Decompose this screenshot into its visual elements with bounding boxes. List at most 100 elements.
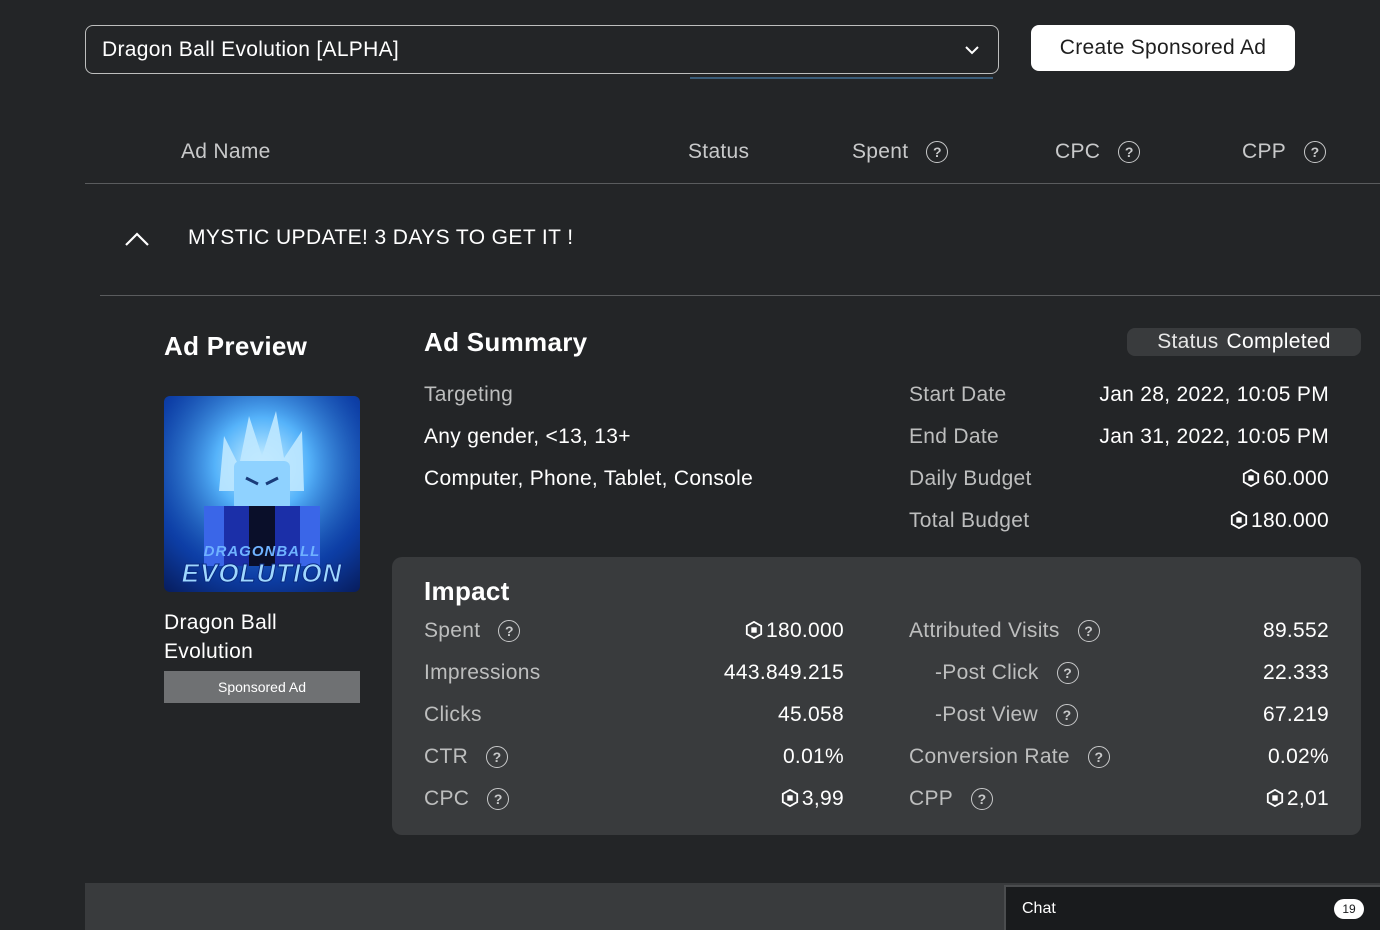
total-budget-value: 180.000 — [1100, 509, 1329, 533]
impact-metric-value: 0.02% — [1089, 745, 1329, 769]
impact-metric-value: 45.058 — [604, 703, 844, 727]
impact-metric-value: 3,99 — [604, 787, 844, 811]
question-circle-icon[interactable]: ? — [498, 620, 521, 642]
daily-budget-value: 60.000 — [1100, 467, 1329, 491]
daily-budget-label: Daily Budget — [909, 467, 1032, 490]
robux-icon — [781, 789, 799, 807]
ad-preview-heading: Ad Preview — [164, 331, 308, 361]
impact-heading: Impact — [424, 576, 510, 606]
impact-metric-label: -Post View? — [935, 703, 1078, 727]
preview-game-name: Dragon Ball Evolution — [164, 608, 277, 666]
impact-metric-value: 89.552 — [1089, 619, 1329, 643]
total-budget-label: Total Budget — [909, 509, 1030, 532]
impact-metric-label: Spent? — [424, 619, 521, 643]
impact-metric-value-text: 0.02% — [1267, 745, 1329, 768]
impact-metric-value: 67.219 — [1089, 703, 1329, 727]
impact-metric-label-text: Conversion Rate — [909, 745, 1070, 768]
chevron-down-icon — [965, 45, 979, 54]
chat-widget[interactable]: Chat 19 — [1004, 885, 1380, 930]
thumbnail-title-bottom: EVOLUTION — [181, 558, 343, 589]
preview-game-name-line2: Evolution — [164, 640, 254, 663]
preview-game-name-line1: Dragon Ball — [164, 611, 278, 634]
impact-metric-value-text: 89.552 — [1262, 619, 1329, 642]
ad-row-title[interactable]: MYSTIC UPDATE! 3 DAYS TO GET IT ! — [188, 226, 573, 250]
ad-summary-heading: Ad Summary — [424, 327, 588, 357]
impact-metric-value-text: 2,01 — [1286, 787, 1329, 810]
chevron-up-icon[interactable] — [122, 228, 152, 248]
impact-metric-label-text: -Post Click — [935, 661, 1039, 684]
impact-metric-label: CPP? — [909, 787, 994, 811]
robux-icon — [745, 621, 763, 639]
column-header-cpp[interactable]: CPP ? — [1242, 140, 1327, 164]
impact-metric-label: CPC? — [424, 787, 510, 811]
column-header-ad-name[interactable]: Ad Name — [181, 140, 271, 164]
impact-metric-value-text: 443.849.215 — [723, 661, 844, 684]
impact-metric-value-text: 3,99 — [801, 787, 844, 810]
status-badge-label: Status — [1157, 330, 1219, 353]
question-circle-icon[interactable]: ? — [1118, 141, 1141, 163]
impact-metric-value-text: 45.058 — [777, 703, 844, 726]
start-date-label: Start Date — [909, 383, 1007, 406]
robux-icon — [1230, 511, 1248, 529]
question-circle-icon[interactable]: ? — [1056, 662, 1079, 684]
question-circle-icon[interactable]: ? — [486, 746, 509, 768]
impact-metric-value-text: 67.219 — [1262, 703, 1329, 726]
question-circle-icon[interactable]: ? — [487, 788, 510, 810]
question-circle-icon[interactable]: ? — [1304, 141, 1327, 163]
impact-metric-value: 0.01% — [604, 745, 844, 769]
impact-metric-label: CTR? — [424, 745, 509, 769]
impact-metric-value: 443.849.215 — [604, 661, 844, 685]
experience-dropdown[interactable]: Dragon Ball Evolution [ALPHA] — [85, 25, 999, 74]
impact-metric-label: Impressions — [424, 661, 541, 685]
impact-metric-value: 22.333 — [1089, 661, 1329, 685]
create-sponsored-ad-button[interactable]: Create Sponsored Ad — [1031, 25, 1295, 71]
impact-metric-label: Conversion Rate? — [909, 745, 1110, 769]
targeting-devices: Computer, Phone, Tablet, Console — [424, 467, 754, 490]
end-date-value: Jan 31, 2022, 10:05 PM — [1099, 425, 1329, 448]
ad-thumbnail: DRAGONBALL EVOLUTION — [164, 396, 360, 592]
chat-unread-count: 19 — [1334, 898, 1364, 919]
column-header-status-label: Status — [688, 140, 750, 163]
daily-budget-amount: 60.000 — [1262, 467, 1329, 490]
column-header-ad-name-label: Ad Name — [181, 140, 271, 163]
impact-metric-label-text: Spent — [424, 619, 481, 642]
impact-metric-label-text: CPC — [424, 787, 470, 810]
total-budget-amount: 180.000 — [1250, 509, 1329, 532]
dropdown-focus-underline — [690, 77, 993, 79]
question-circle-icon[interactable]: ? — [926, 141, 949, 163]
column-header-spent[interactable]: Spent ? — [852, 140, 949, 164]
start-date-value: Jan 28, 2022, 10:05 PM — [1099, 383, 1329, 406]
robux-icon — [1266, 789, 1284, 807]
experience-dropdown-value: Dragon Ball Evolution [ALPHA] — [102, 37, 400, 61]
impact-metric-label: Attributed Visits? — [909, 619, 1100, 643]
impact-metric-value: 2,01 — [1089, 787, 1329, 811]
impact-metric-label: -Post Click? — [935, 661, 1079, 685]
impact-metric-label-text: CTR — [424, 745, 469, 768]
question-circle-icon[interactable]: ? — [1056, 704, 1078, 726]
impact-metric-label: Clicks — [424, 703, 482, 727]
impact-metric-value-text: 22.333 — [1262, 661, 1329, 684]
status-badge-value: Completed — [1226, 330, 1331, 353]
targeting-label: Targeting — [424, 383, 514, 406]
impact-metric-value-text: 180.000 — [765, 619, 844, 642]
impact-metric-label-text: Attributed Visits — [909, 619, 1060, 642]
impact-metric-label-text: -Post View — [935, 703, 1038, 726]
column-header-status[interactable]: Status — [688, 140, 749, 164]
robux-icon — [1242, 469, 1260, 487]
sponsored-ad-badge: Sponsored Ad — [164, 671, 360, 703]
row-divider — [100, 295, 1380, 296]
impact-metric-value: 180.000 — [604, 619, 844, 643]
column-header-cpc-label: CPC — [1055, 140, 1101, 163]
impact-metric-label-text: Impressions — [424, 661, 541, 684]
end-date-label: End Date — [909, 425, 999, 448]
question-circle-icon[interactable]: ? — [971, 788, 994, 810]
impact-metric-label-text: Clicks — [424, 703, 482, 726]
column-header-cpp-label: CPP — [1242, 140, 1287, 163]
impact-metric-value-text: 0.01% — [782, 745, 844, 768]
impact-metric-label-text: CPP — [909, 787, 954, 810]
header-divider — [85, 183, 1380, 184]
targeting-audience: Any gender, <13, 13+ — [424, 425, 631, 448]
chat-label: Chat — [1022, 899, 1056, 917]
column-header-cpc[interactable]: CPC ? — [1055, 140, 1141, 164]
status-badge: Status Completed — [1127, 328, 1361, 356]
